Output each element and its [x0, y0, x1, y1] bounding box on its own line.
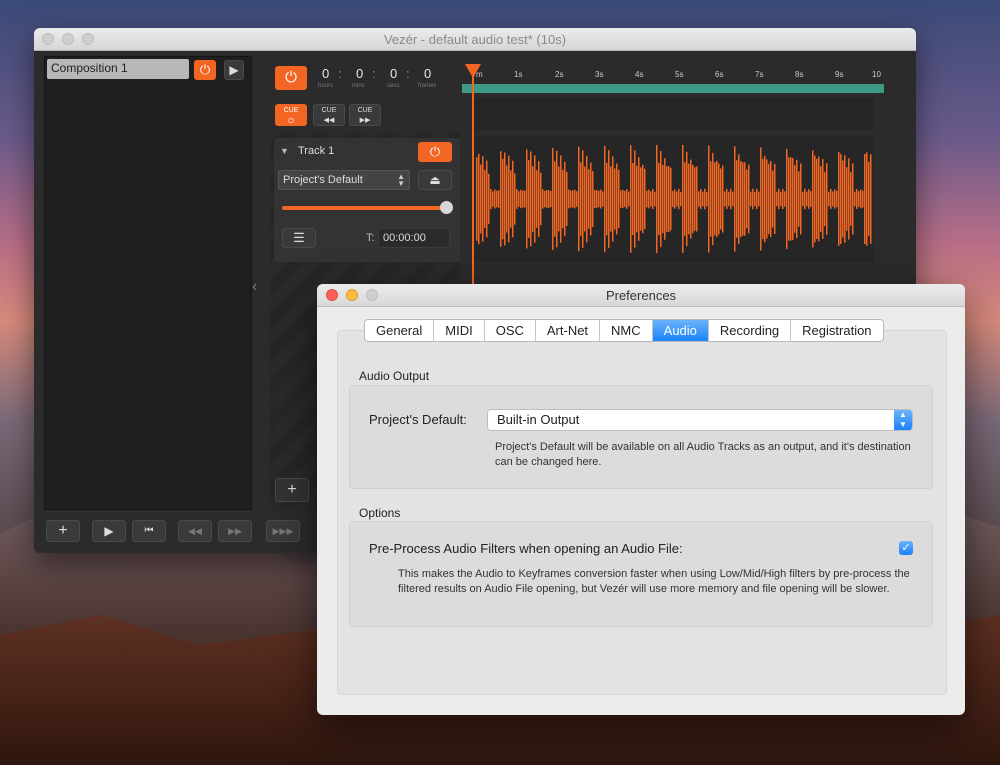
tab-art-net[interactable]: Art-Net [536, 320, 601, 341]
volume-slider[interactable] [282, 206, 446, 210]
frames-label: frames [418, 83, 437, 89]
track-power-icon[interactable]: ⏻ [418, 142, 452, 162]
main-titlebar: Vezér - default audio test* (10s) [34, 28, 916, 51]
audio-waveform [476, 144, 872, 254]
track-time-value: 00:00:00 [383, 232, 426, 244]
ruler-tick: 2s [555, 70, 564, 79]
mins-label: mins [352, 83, 365, 89]
fast-forward-icon[interactable]: ▶▶ [218, 520, 252, 542]
collapse-panel-icon[interactable]: ‹ [252, 278, 257, 296]
track-output-value: Project's Default [283, 174, 363, 186]
ruler-tick: 10 [872, 70, 881, 79]
composition-list[interactable]: Composition 1 [44, 56, 252, 510]
ruler-tick: 8s [795, 70, 804, 79]
tab-midi[interactable]: MIDI [434, 320, 485, 341]
eject-icon[interactable]: ⏏ [418, 170, 452, 190]
ruler-tick: 6s [715, 70, 724, 79]
cue-lane[interactable] [474, 98, 874, 130]
add-composition-button[interactable]: + [46, 520, 80, 542]
audio-output-popup[interactable]: Built-in Output ▲ ▼ [487, 409, 913, 431]
popup-arrows-icon: ▲ ▼ [894, 410, 912, 430]
ruler-tick: 3s [595, 70, 604, 79]
cue-label: CUE [283, 107, 299, 114]
rewind-icon[interactable]: ◀◀ [178, 520, 212, 542]
cue-next-button[interactable]: CUE ▶▶ [349, 104, 381, 126]
cue-power-button[interactable]: CUE ⏻ [275, 104, 307, 126]
timecode-frames: 0 [424, 66, 432, 81]
preferences-titlebar: Preferences [317, 284, 965, 307]
track-disclosure-icon[interactable]: ▼ [280, 146, 289, 156]
select-arrows-icon: ▲ ▼ [397, 172, 405, 188]
composition-play-icon[interactable]: ▶ [224, 60, 244, 80]
ruler-tick: 5s [675, 70, 684, 79]
options-section-label: Options [359, 506, 401, 520]
composition-item[interactable]: Composition 1 [47, 59, 189, 79]
secs-label: secs [387, 83, 400, 89]
preferences-window: Preferences Audio Output Project's Defau… [317, 284, 965, 715]
timecode-mins: 0 [356, 66, 364, 81]
tab-registration[interactable]: Registration [791, 320, 882, 341]
audio-output-section-label: Audio Output [359, 369, 430, 383]
ruler-tick: 9s [835, 70, 844, 79]
preprocess-label: Pre-Process Audio Filters when opening a… [369, 541, 683, 556]
preferences-content: Audio Output Project's Default: Built-in… [337, 330, 947, 695]
audio-output-value: Built-in Output [497, 412, 580, 427]
ruler-tick: 1s [514, 70, 523, 79]
track-time-field[interactable]: 00:00:00 [378, 228, 450, 248]
hours-label: hours [318, 83, 334, 89]
timecode-display: 0 0 0 0 : : : hours mins secs frames [318, 66, 437, 89]
track-menu-icon[interactable]: ☰ [282, 228, 316, 248]
tab-nmc[interactable]: NMC [600, 320, 653, 341]
cue-previous-button[interactable]: CUE ◀◀ [313, 104, 345, 126]
skip-forward-icon[interactable]: ▶▶▶ [266, 520, 300, 542]
options-group: Pre-Process Audio Filters when opening a… [349, 521, 933, 627]
master-power-icon[interactable]: ⏻ [275, 66, 307, 90]
ruler-tick: 7s [755, 70, 764, 79]
projects-default-label: Project's Default: [369, 412, 467, 427]
rewind-to-start-icon[interactable]: ⏮ [132, 520, 166, 542]
preprocess-checkbox[interactable]: ✓ [899, 541, 913, 555]
timecode-hours: 0 [322, 66, 330, 81]
audio-output-group: Project's Default: Built-in Output ▲ ▼ Pr… [349, 385, 933, 489]
ruler-bar [462, 84, 884, 93]
tab-osc[interactable]: OSC [485, 320, 536, 341]
add-track-button[interactable]: + [275, 478, 309, 502]
track-name[interactable]: Track 1 [298, 145, 334, 157]
tab-recording[interactable]: Recording [709, 320, 792, 341]
play-icon[interactable]: ▶ [92, 520, 126, 542]
track-output-select[interactable]: Project's Default ▲ ▼ [278, 170, 410, 190]
track-header: ▼ Track 1 ⏻ Project's Default ▲ ▼ ⏏ ☰ T: … [274, 138, 460, 262]
ruler-tick: 4s [635, 70, 644, 79]
track-time-label: T: [366, 232, 375, 244]
preferences-title: Preferences [605, 288, 677, 303]
playhead-handle-icon[interactable] [465, 64, 481, 78]
cue-label: CUE [321, 107, 337, 114]
audio-track-lane[interactable] [474, 136, 874, 262]
tab-audio[interactable]: Audio [652, 320, 709, 341]
timecode-secs: 0 [390, 66, 398, 81]
timeline-ruler[interactable]: m 1s 2s 3s 4s 5s 6s 7s 8s 9s 10 [462, 66, 884, 94]
audio-output-help-text: Project's Default will be available on a… [495, 441, 911, 468]
playhead[interactable] [472, 64, 474, 300]
cue-label: CUE [357, 107, 373, 114]
tab-general[interactable]: General [365, 320, 435, 341]
window-title: Vezér - default audio test* (10s) [383, 32, 567, 47]
preferences-tab-bar: General MIDI OSC Art-Net NMC Audio Recor… [364, 319, 884, 342]
volume-slider-knob[interactable] [440, 201, 453, 214]
preprocess-help-text: This makes the Audio to Keyframes conver… [398, 568, 910, 595]
composition-power-icon[interactable]: ⏻ [194, 60, 216, 80]
